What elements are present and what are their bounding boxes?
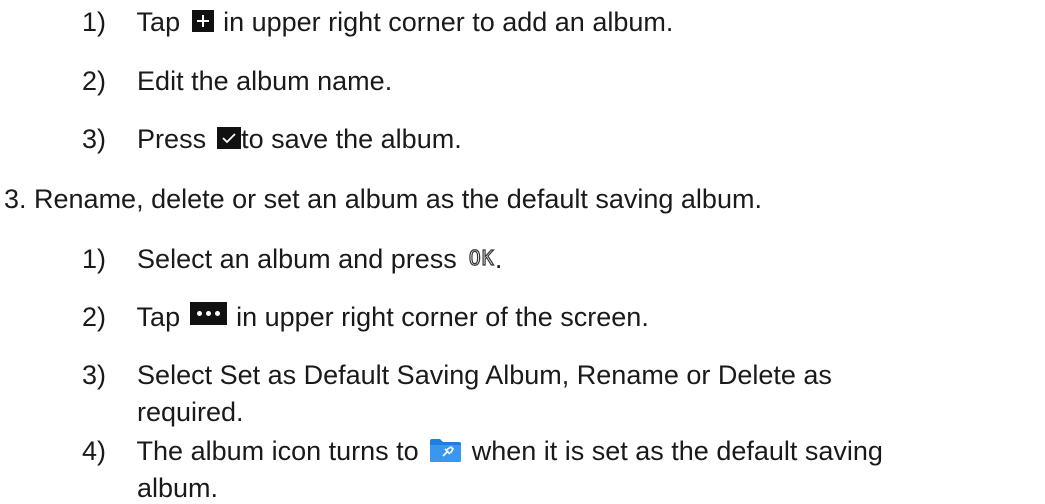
step-number: 2): [82, 302, 107, 332]
step-number: 1): [82, 7, 107, 37]
step-b-4: 4) The album icon turns to when it is se…: [82, 435, 883, 467]
step-a-3: 3) Press to save the album.: [82, 123, 462, 155]
step-b-2: 2) Tap in upper right corner of the scree…: [82, 301, 649, 333]
step-text: to save the album.: [241, 124, 462, 154]
step-number: 2): [82, 66, 107, 96]
step-text: in upper right corner of the screen.: [236, 302, 649, 332]
step-b-4-cont: album.: [137, 472, 218, 504]
more-icon: [190, 302, 228, 326]
step-text: Edit the album name.: [137, 66, 393, 96]
step-text: when it is set as the default saving: [471, 436, 883, 466]
step-text: album.: [137, 473, 219, 503]
step-text: The album icon turns to: [136, 436, 419, 466]
step-text: Press: [137, 124, 207, 154]
folder-pin-icon: [429, 437, 462, 463]
step-text: Select Set as Default Saving Album, Rena…: [137, 360, 832, 390]
step-a-1: 1) Tap in upper right corner to add an al…: [82, 6, 673, 38]
step-text: .: [494, 244, 503, 274]
step-b-1: 1) Select an album and press OK.: [82, 243, 502, 275]
section-3-heading: 3. Rename, delete or set an album as the…: [4, 183, 762, 215]
ok-icon: OK: [468, 245, 495, 270]
step-b-3: 3) Select Set as Default Saving Album, R…: [82, 359, 832, 391]
step-a-2: 2) Edit the album name.: [82, 65, 392, 97]
step-b-3-cont: required.: [137, 396, 244, 428]
step-text: Tap: [136, 302, 181, 332]
step-number: 1): [82, 244, 107, 274]
step-number: 3): [82, 124, 107, 154]
step-text: in upper right corner to add an album.: [223, 7, 674, 37]
step-number: 3): [82, 360, 107, 390]
step-number: 4): [82, 436, 107, 466]
step-text: required.: [137, 397, 244, 427]
step-text: Select an album and press: [137, 244, 457, 274]
step-text: Tap: [136, 7, 181, 37]
plus-icon: [192, 9, 215, 32]
section-text: 3. Rename, delete or set an album as the…: [4, 184, 762, 214]
check-icon: [217, 126, 242, 149]
